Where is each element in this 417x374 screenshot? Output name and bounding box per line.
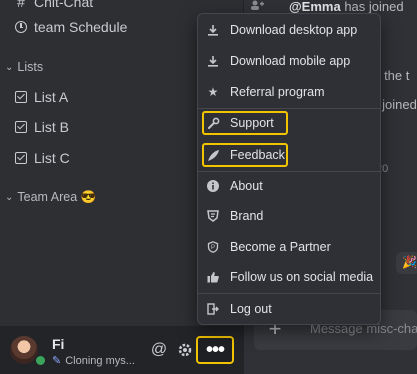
menu-item-feedback[interactable]: Feedback	[202, 143, 288, 167]
username[interactable]: Fi	[52, 336, 64, 352]
sidebar-item-label: List B	[34, 119, 70, 135]
online-status-dot	[34, 354, 47, 367]
menu-item-logout[interactable]: Log out	[202, 297, 376, 321]
feather-icon	[206, 148, 220, 162]
section-title: Team Area 😎	[17, 189, 97, 204]
download-icon	[206, 54, 220, 68]
sidebar-item-list-a[interactable]: List A	[14, 87, 68, 107]
wrench-icon	[206, 116, 220, 130]
logout-icon	[206, 302, 220, 316]
menu-item-download-mobile[interactable]: Download mobile app	[202, 49, 376, 73]
user-bar: Fi ✎ Cloning mys... @ •••	[0, 326, 243, 374]
gear-icon	[178, 343, 192, 357]
sidebar-item-chit-chat[interactable]: # Chit-Chat	[14, 0, 93, 12]
menu-item-about[interactable]: About	[202, 174, 376, 198]
system-message-join: @Emma has joined	[289, 0, 404, 14]
menu-item-referral[interactable]: ★ Referral program	[202, 80, 376, 104]
sidebar-item-label: Chit-Chat	[34, 0, 94, 10]
menu-item-label: Download mobile app	[230, 54, 351, 68]
sidebar-item-list-c[interactable]: List C	[14, 148, 70, 168]
more-icon: •••	[205, 338, 225, 361]
more-options-button[interactable]: •••	[196, 336, 234, 364]
clock-icon	[14, 20, 28, 34]
menu-divider	[198, 171, 380, 172]
menu-item-label: Support	[230, 116, 274, 130]
at-icon: @	[150, 341, 168, 358]
sidebar-item-list-b[interactable]: List B	[14, 117, 69, 137]
info-icon	[206, 179, 220, 193]
menu-item-label: Log out	[230, 302, 272, 316]
menu-item-label: Referral program	[230, 85, 325, 99]
more-options-menu: Download desktop app Download mobile app…	[197, 13, 381, 325]
menu-item-label: Download desktop app	[230, 23, 358, 37]
svg-text:P: P	[211, 245, 215, 251]
star-icon: ★	[207, 85, 219, 99]
menu-item-label: About	[230, 179, 263, 193]
sidebar-item-label: team Schedule	[34, 19, 128, 35]
menu-item-support[interactable]: Support	[202, 111, 288, 135]
menu-item-label: Become a Partner	[230, 240, 331, 254]
thumbs-up-icon	[206, 270, 220, 284]
chevron-down-icon: ⌄	[5, 191, 14, 203]
checkbox-icon	[14, 90, 28, 104]
reaction-chip[interactable]: 🎉	[396, 252, 417, 274]
menu-item-label: Brand	[230, 209, 264, 223]
download-icon	[206, 23, 220, 37]
section-title: Lists	[17, 60, 44, 74]
menu-item-brand[interactable]: Brand	[202, 204, 376, 228]
user-joined-icon	[251, 0, 264, 10]
section-lists[interactable]: ⌄ Lists	[5, 59, 43, 75]
sidebar-item-label: List A	[34, 89, 69, 105]
menu-divider	[198, 108, 380, 109]
menu-item-label: Feedback	[230, 148, 285, 162]
checkbox-icon	[14, 120, 28, 134]
custom-status-icon: ✎	[52, 355, 62, 367]
chevron-down-icon: ⌄	[5, 61, 14, 73]
partner-icon: P	[206, 240, 220, 254]
sidebar-item-team-schedule[interactable]: team Schedule	[14, 17, 127, 37]
menu-item-download-desktop[interactable]: Download desktop app	[202, 18, 376, 42]
checkbox-icon	[14, 151, 28, 165]
brand-shield-icon	[206, 209, 220, 223]
hash-icon: #	[17, 0, 25, 10]
menu-item-label: Follow us on social media	[230, 270, 374, 284]
mention-emma[interactable]: @Emma	[289, 0, 341, 14]
system-message-text: has joined	[340, 0, 404, 14]
user-status-text: Cloning mys...	[65, 354, 135, 367]
menu-divider	[198, 293, 380, 294]
settings-button[interactable]	[175, 340, 195, 360]
menu-item-partner[interactable]: P Become a Partner	[202, 235, 376, 259]
menu-item-social[interactable]: Follow us on social media	[202, 265, 376, 289]
section-team-area[interactable]: ⌄ Team Area 😎	[5, 189, 96, 205]
mentions-button[interactable]: @	[149, 340, 169, 360]
reaction-emoji-icon: 🎉	[402, 255, 417, 269]
user-status[interactable]: ✎ Cloning mys...	[52, 354, 135, 368]
sidebar-item-label: List C	[34, 150, 70, 166]
